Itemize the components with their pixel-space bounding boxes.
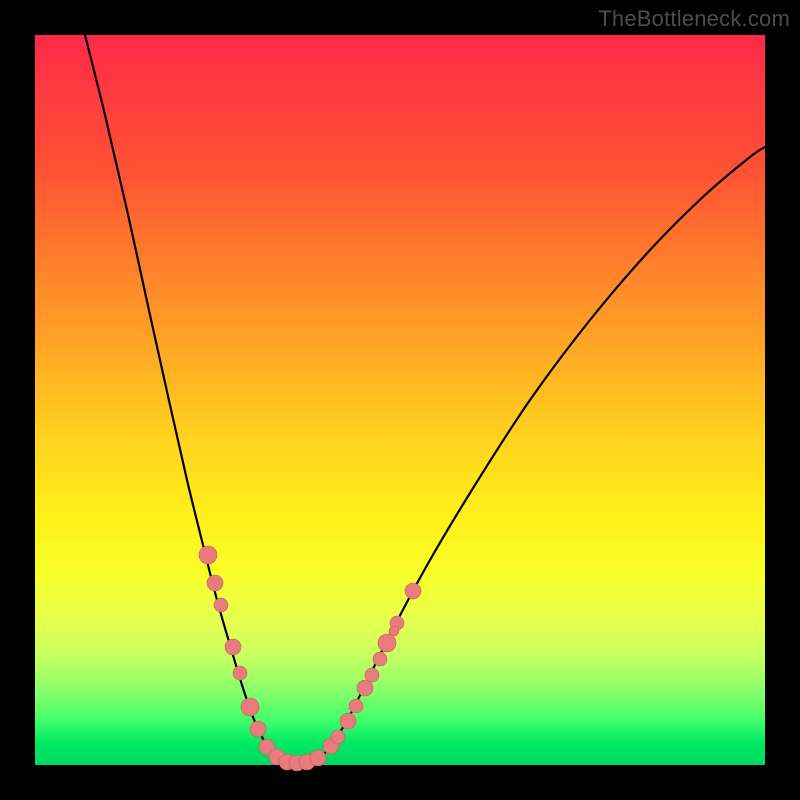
curve-right-branch — [313, 147, 765, 762]
data-marker — [373, 652, 387, 666]
data-marker — [405, 583, 421, 599]
outer-frame: TheBottleneck.com — [0, 0, 800, 800]
data-marker — [357, 680, 373, 696]
data-marker — [349, 699, 363, 713]
watermark-text: TheBottleneck.com — [598, 6, 790, 32]
curve-markers — [199, 546, 421, 771]
data-marker — [207, 575, 223, 591]
data-marker — [225, 639, 241, 655]
data-marker — [233, 666, 247, 680]
data-marker — [214, 598, 228, 612]
curve-left-branch — [85, 35, 287, 762]
curve-svg — [35, 35, 765, 765]
data-marker — [378, 634, 396, 652]
data-marker — [365, 668, 379, 682]
data-marker — [310, 750, 326, 766]
plot-area — [35, 35, 765, 765]
data-marker — [331, 730, 345, 744]
data-marker — [199, 546, 217, 564]
data-marker — [250, 721, 266, 737]
data-marker — [241, 698, 259, 716]
data-marker — [389, 626, 399, 636]
data-marker — [340, 713, 356, 729]
